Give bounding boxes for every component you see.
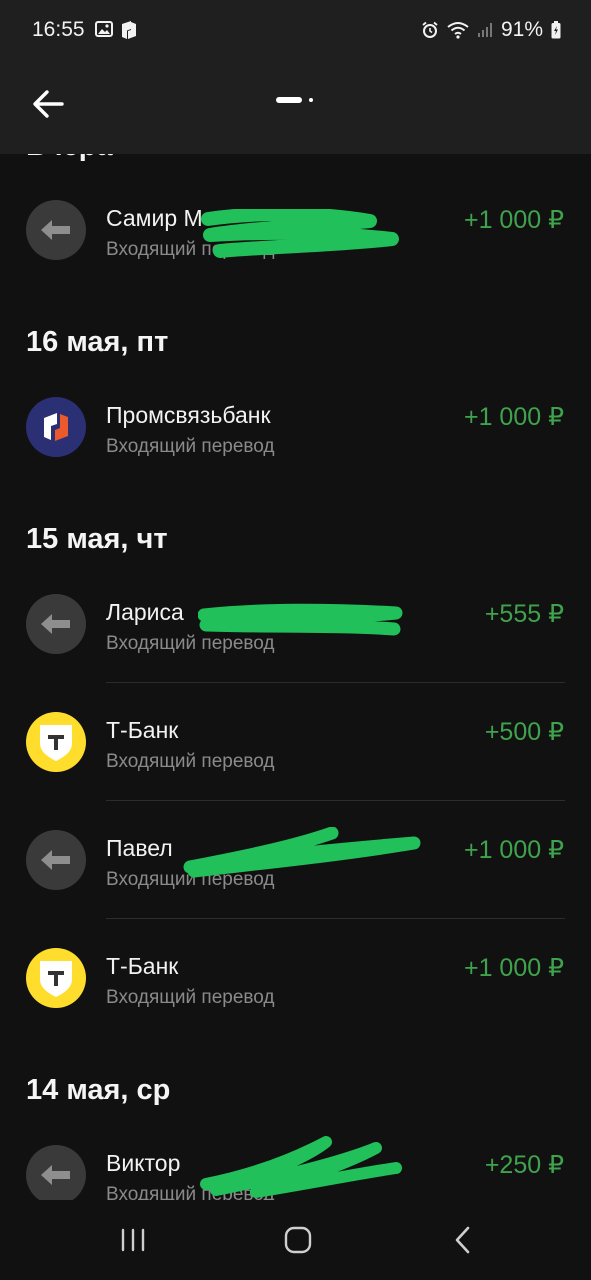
transaction-name: Т-Банк [106, 717, 179, 743]
transaction-row[interactable]: Лариса Входящий перевод +555 ₽ [0, 565, 591, 683]
transaction-row[interactable]: Т-Банк Входящий перевод +1 000 ₽ [0, 919, 591, 1037]
transaction-name: Т-Банк [106, 953, 179, 979]
transfer-arrow-icon [26, 594, 86, 654]
tbank-logo-icon [26, 712, 86, 772]
top-bar: 16:55 91% [0, 0, 591, 154]
system-navbar [0, 1200, 591, 1280]
arrow-left-icon[interactable] [28, 84, 68, 124]
date-header: 14 мая, ср [26, 1074, 171, 1106]
battery-icon [551, 21, 561, 39]
transaction-amount: +1 000 ₽ [463, 206, 564, 234]
transaction-type: Входящий перевод [106, 436, 275, 457]
transaction-type: Входящий перевод [106, 239, 275, 260]
transaction-amount: +555 ₽ [484, 600, 564, 628]
bank-app-icon [122, 21, 136, 39]
wifi-icon [447, 22, 469, 39]
battery-percent: 91% [500, 18, 543, 41]
transaction-type: Входящий перевод [106, 633, 275, 654]
transactions-feed: Вчера Самир М Входящий перевод +1 000 ₽ … [0, 154, 591, 1200]
header-indicator-dash [276, 97, 302, 103]
transaction-row[interactable]: Самир М Входящий перевод +1 000 ₽ [0, 171, 591, 289]
date-header: 15 мая, чт [26, 523, 168, 555]
transaction-row[interactable]: Промсвязьбанк Входящий перевод +1 000 ₽ [0, 368, 591, 486]
transfer-arrow-icon [26, 200, 86, 260]
transfer-arrow-icon [26, 830, 86, 890]
gallery-icon [95, 21, 113, 37]
transaction-amount: +1 000 ₽ [463, 403, 564, 431]
transaction-row[interactable]: Т-Банк Входящий перевод +500 ₽ [0, 683, 591, 801]
app-header [0, 62, 591, 154]
transaction-type: Входящий перевод [106, 1184, 275, 1200]
date-header-yesterday: Вчера [26, 154, 113, 163]
status-bar: 16:55 91% [0, 0, 591, 62]
transaction-amount: +500 ₽ [484, 718, 564, 746]
nav-back-icon[interactable] [443, 1220, 483, 1260]
transaction-type: Входящий перевод [106, 869, 275, 890]
transaction-amount: +1 000 ₽ [463, 836, 564, 864]
signal-icon [477, 23, 492, 37]
header-indicator-dot [309, 98, 313, 102]
transaction-name: Самир М [106, 205, 203, 231]
date-header: 16 мая, пт [26, 326, 169, 358]
transaction-name: Виктор [106, 1150, 181, 1176]
status-notification-icons [95, 20, 139, 40]
transaction-name: Павел [106, 835, 173, 861]
transaction-amount: +250 ₽ [484, 1151, 564, 1179]
recent-apps-icon[interactable] [113, 1220, 153, 1260]
tbank-logo-icon [26, 948, 86, 1008]
home-icon[interactable] [278, 1220, 318, 1260]
transaction-row[interactable]: Павел Входящий перевод +1 000 ₽ [0, 801, 591, 919]
transaction-amount: +1 000 ₽ [463, 954, 564, 982]
alarm-icon [422, 21, 438, 38]
status-right: 91% [421, 18, 561, 42]
transaction-type: Входящий перевод [106, 987, 275, 1008]
psb-logo-icon [26, 397, 86, 457]
transfer-arrow-icon [26, 1145, 86, 1200]
status-time: 16:55 [32, 18, 85, 41]
transaction-name: Лариса [106, 599, 184, 625]
transaction-row[interactable]: Виктор Входящий перевод +250 ₽ [0, 1116, 591, 1200]
transaction-type: Входящий перевод [106, 751, 275, 772]
transaction-name: Промсвязьбанк [106, 402, 271, 428]
